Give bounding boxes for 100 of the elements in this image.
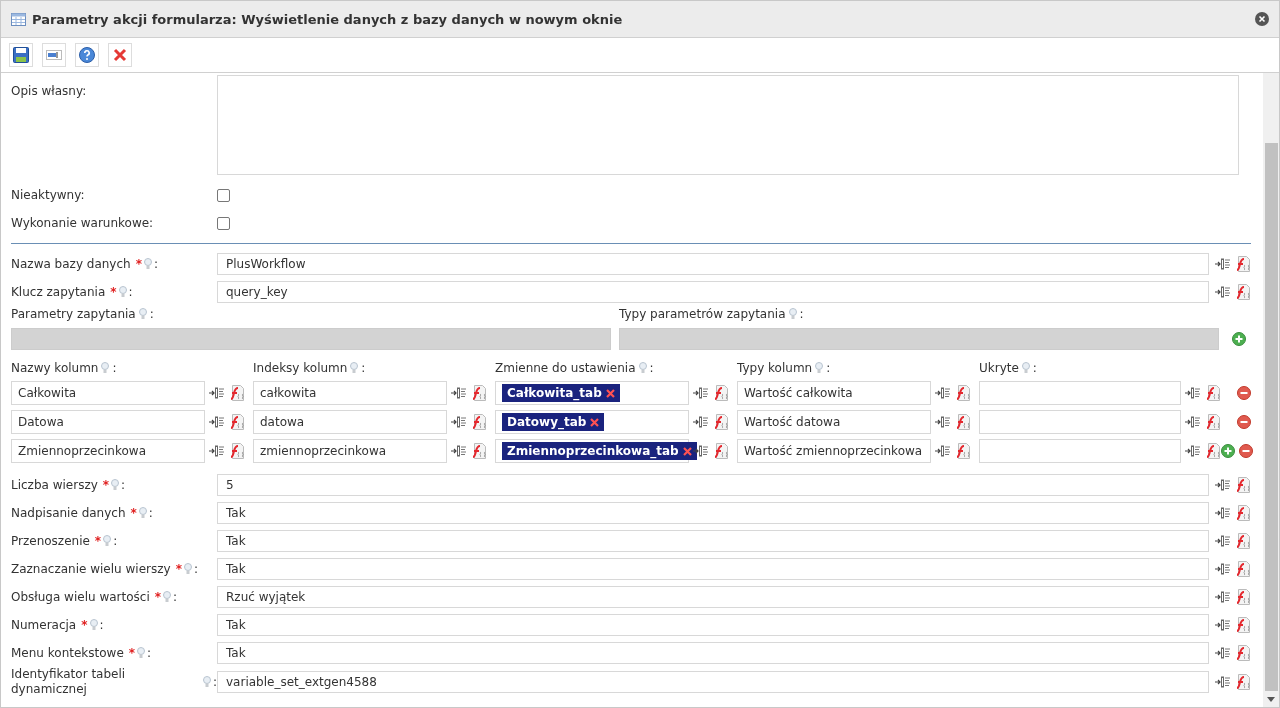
- text-field[interactable]: [979, 381, 1181, 405]
- text-field[interactable]: Rzuć wyjątek: [217, 586, 1209, 608]
- function-document-icon[interactable]: [471, 385, 487, 401]
- insert-list-icon[interactable]: [1215, 478, 1231, 492]
- insert-list-icon[interactable]: [451, 386, 467, 400]
- function-document-icon[interactable]: [1235, 477, 1251, 493]
- description-field[interactable]: [217, 75, 1239, 175]
- insert-list-icon[interactable]: [1215, 534, 1231, 548]
- checkbox[interactable]: [217, 188, 230, 202]
- function-document-icon[interactable]: [229, 385, 245, 401]
- function-document-icon[interactable]: [1235, 505, 1251, 521]
- insert-list-icon[interactable]: [1215, 618, 1231, 632]
- remove-tag-icon[interactable]: [590, 417, 600, 427]
- function-document-icon[interactable]: [1235, 589, 1251, 605]
- insert-list-icon[interactable]: [1215, 562, 1231, 576]
- insert-list-icon[interactable]: [209, 386, 225, 400]
- colon: :: [148, 505, 153, 521]
- insert-list-icon[interactable]: [1185, 415, 1201, 429]
- add-icon[interactable]: [1221, 444, 1235, 458]
- function-document-icon[interactable]: [229, 414, 245, 430]
- function-document-icon[interactable]: [1235, 645, 1251, 661]
- function-document-icon[interactable]: [229, 443, 245, 459]
- text-field[interactable]: Tak: [217, 558, 1209, 580]
- text-field[interactable]: query_key: [217, 281, 1209, 303]
- variable-tag[interactable]: Datowy_tab: [502, 413, 605, 431]
- text-field[interactable]: Wartość datowa: [737, 410, 931, 434]
- insert-list-icon[interactable]: [451, 415, 467, 429]
- insert-list-icon[interactable]: [935, 415, 951, 429]
- insert-list-icon[interactable]: [1215, 285, 1231, 299]
- function-document-icon[interactable]: [1235, 617, 1251, 633]
- insert-list-icon[interactable]: [1215, 590, 1231, 604]
- text-field[interactable]: zmiennoprzecinkowa: [253, 439, 447, 463]
- add-icon[interactable]: [1232, 332, 1246, 346]
- scroll-down-icon[interactable]: [1267, 696, 1275, 702]
- insert-list-icon[interactable]: [693, 386, 709, 400]
- text-field[interactable]: Tak: [217, 502, 1209, 524]
- insert-list-icon[interactable]: [935, 386, 951, 400]
- insert-list-icon[interactable]: [693, 415, 709, 429]
- remove-tag-icon[interactable]: [682, 446, 692, 456]
- text-field[interactable]: Tak: [217, 530, 1209, 552]
- checkbox[interactable]: [217, 216, 230, 230]
- tag-field[interactable]: Całkowita_tab: [495, 381, 689, 405]
- insert-list-icon[interactable]: [451, 444, 467, 458]
- function-document-icon[interactable]: [1205, 443, 1221, 459]
- tag-field[interactable]: Datowy_tab: [495, 410, 689, 434]
- text-field[interactable]: Wartość całkowita: [737, 381, 931, 405]
- text-field[interactable]: całkowita: [253, 381, 447, 405]
- function-document-icon[interactable]: [713, 443, 729, 459]
- function-document-icon[interactable]: [955, 443, 971, 459]
- insert-list-icon[interactable]: [1215, 646, 1231, 660]
- text-field[interactable]: Tak: [217, 614, 1209, 636]
- text-field[interactable]: variable_set_extgen4588: [217, 671, 1209, 693]
- required-mark: *: [130, 505, 137, 521]
- text-field[interactable]: [979, 410, 1181, 434]
- text-field[interactable]: datowa: [253, 410, 447, 434]
- insert-list-icon[interactable]: [1215, 257, 1231, 271]
- colon: :: [193, 561, 198, 577]
- text-field[interactable]: [979, 439, 1181, 463]
- text-field[interactable]: Wartość zmiennoprzecinkowa: [737, 439, 931, 463]
- remove-icon[interactable]: [1239, 444, 1253, 458]
- text-field[interactable]: PlusWorkflow: [217, 253, 1209, 275]
- scrollbar[interactable]: [1263, 73, 1279, 707]
- function-document-icon[interactable]: [955, 385, 971, 401]
- save-button[interactable]: [9, 43, 33, 67]
- insert-list-icon[interactable]: [693, 444, 709, 458]
- function-document-icon[interactable]: [713, 414, 729, 430]
- function-document-icon[interactable]: [1235, 256, 1251, 272]
- insert-list-icon[interactable]: [935, 444, 951, 458]
- text-field[interactable]: Tak: [217, 642, 1209, 664]
- text-field[interactable]: 5: [217, 474, 1209, 496]
- function-document-icon[interactable]: [955, 414, 971, 430]
- insert-list-icon[interactable]: [1215, 675, 1231, 689]
- insert-list-icon[interactable]: [1185, 444, 1201, 458]
- colon: :: [153, 256, 158, 272]
- function-document-icon[interactable]: [471, 414, 487, 430]
- function-document-icon[interactable]: [1235, 533, 1251, 549]
- text-field[interactable]: Datowa: [11, 410, 205, 434]
- function-document-icon[interactable]: [1235, 284, 1251, 300]
- insert-list-icon[interactable]: [1215, 506, 1231, 520]
- function-document-icon[interactable]: [1235, 561, 1251, 577]
- function-document-icon[interactable]: [1235, 674, 1251, 690]
- close-icon[interactable]: [1255, 12, 1269, 26]
- help-button[interactable]: [75, 43, 99, 67]
- function-document-icon[interactable]: [1205, 385, 1221, 401]
- variable-tag[interactable]: Zmiennoprzecinkowa_tab: [502, 442, 697, 460]
- function-document-icon[interactable]: [1205, 414, 1221, 430]
- remove-icon[interactable]: [1237, 386, 1251, 400]
- remove-tag-icon[interactable]: [605, 388, 615, 398]
- function-document-icon[interactable]: [471, 443, 487, 459]
- insert-list-icon[interactable]: [1185, 386, 1201, 400]
- field-button[interactable]: [42, 43, 66, 67]
- column-header: Ukryte: [979, 361, 1019, 375]
- text-field[interactable]: Całkowita: [11, 381, 205, 405]
- variable-tag[interactable]: Całkowita_tab: [502, 384, 620, 402]
- function-document-icon[interactable]: [713, 385, 729, 401]
- insert-list-icon[interactable]: [209, 444, 225, 458]
- text-field[interactable]: Zmiennoprzecinkowa: [11, 439, 205, 463]
- insert-list-icon[interactable]: [209, 415, 225, 429]
- remove-icon[interactable]: [1237, 415, 1251, 429]
- delete-button[interactable]: [108, 43, 132, 67]
